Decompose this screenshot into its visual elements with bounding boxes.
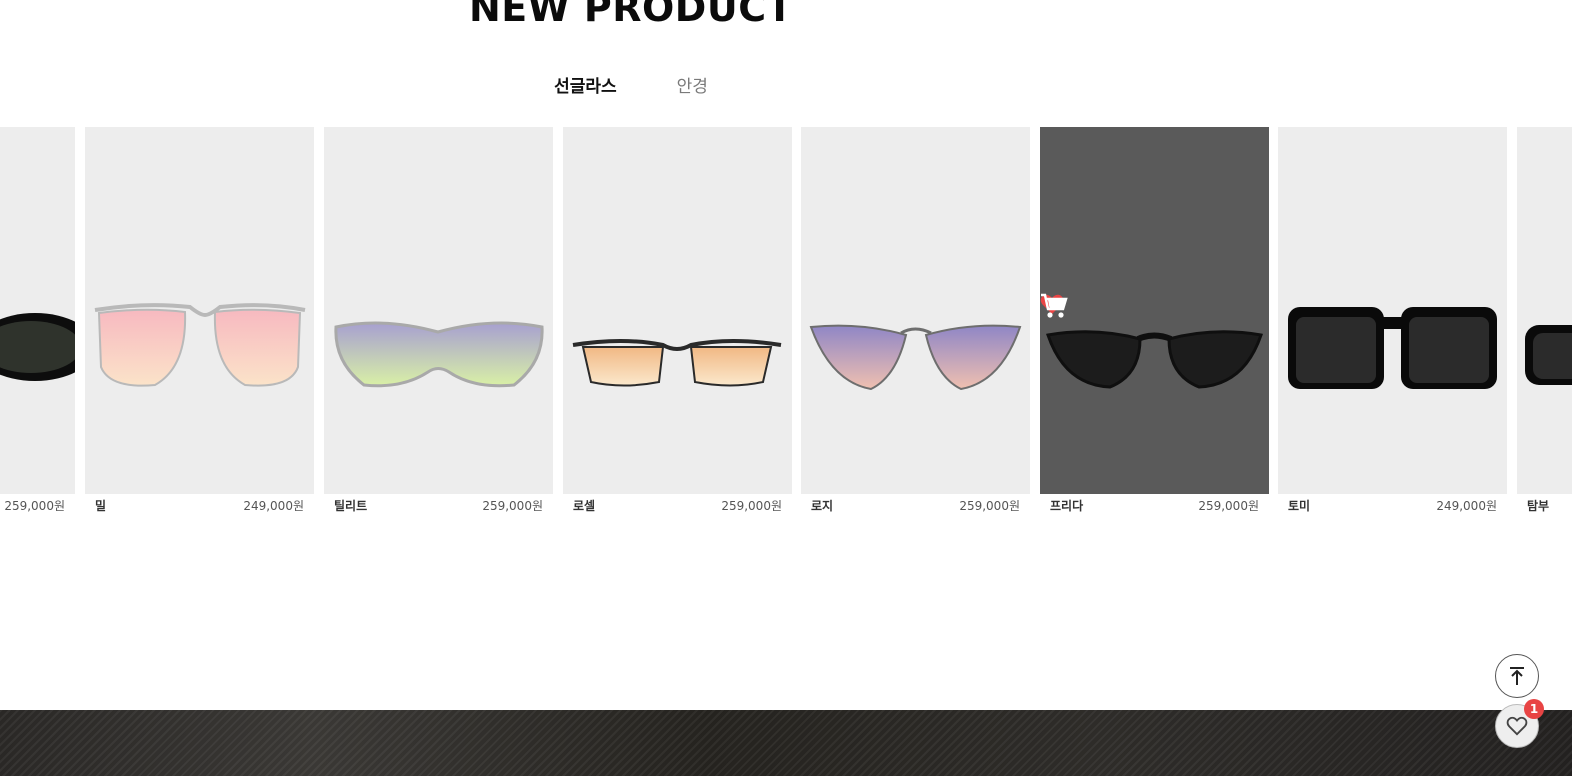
product-price: 249,000원: [1436, 499, 1497, 513]
wishlist-button[interactable]: 1: [1495, 699, 1544, 748]
product-price: 259,000원: [482, 499, 543, 513]
product-name[interactable]: 프리다: [1050, 497, 1083, 514]
product-price: 259,000원: [1198, 499, 1259, 513]
tab-glasses[interactable]: 안경: [677, 72, 708, 97]
product-image[interactable]: [0, 127, 75, 494]
product-card[interactable]: 로지 259,000원: [801, 127, 1030, 517]
sunglasses-illustration: [1525, 325, 1572, 385]
product-price: 259,000원: [959, 499, 1020, 513]
category-tabs: 선글라스 안경: [0, 72, 1262, 97]
scroll-top-button[interactable]: [1495, 654, 1539, 698]
product-carousel[interactable]: 259,000원 밀 249,000원 틸리트 259,000원 로셀 259,000…: [0, 127, 1572, 527]
sunglasses-illustration: [1288, 307, 1497, 389]
arrow-up-to-line-icon: [1510, 667, 1524, 685]
sunglasses-illustration: [0, 313, 75, 381]
tab-sunglasses[interactable]: 선글라스: [554, 72, 617, 97]
sunglasses-illustration: [809, 324, 1022, 391]
product-card[interactable]: 밀 249,000원: [85, 127, 314, 517]
product-name[interactable]: 탐부: [1527, 497, 1549, 514]
product-card[interactable]: 틸리트 259,000원: [324, 127, 553, 517]
product-name[interactable]: 토미: [1288, 497, 1310, 514]
product-image[interactable]: [1040, 127, 1269, 494]
product-card[interactable]: 탐부: [1517, 127, 1572, 517]
product-image[interactable]: [1278, 127, 1507, 494]
footer-banner: [0, 710, 1572, 776]
product-image[interactable]: [85, 127, 314, 494]
product-price: 259,000원: [721, 499, 782, 513]
product-card[interactable]: 259,000원: [0, 127, 75, 517]
wishlist-count-badge: 1: [1524, 699, 1544, 719]
product-price: 259,000원: [4, 499, 65, 513]
product-card[interactable]: 로셀 259,000원: [563, 127, 792, 517]
product-name[interactable]: 틸리트: [334, 497, 367, 514]
sunglasses-illustration: [334, 321, 544, 388]
product-image[interactable]: [801, 127, 1030, 494]
sunglasses-illustration: [572, 339, 782, 387]
heart-outline-icon: [1506, 716, 1528, 736]
product-card[interactable]: 토미 249,000원: [1278, 127, 1507, 517]
product-price: 249,000원: [243, 499, 304, 513]
product-card[interactable]: 프리다 259,000원: [1040, 127, 1269, 517]
sunglasses-illustration: [94, 303, 306, 387]
product-image[interactable]: [1517, 127, 1572, 494]
product-name[interactable]: 밀: [95, 497, 106, 514]
section-title: NEW PRODUCT: [468, 0, 794, 30]
product-name[interactable]: 로지: [811, 497, 833, 514]
sunglasses-illustration: [1046, 330, 1263, 389]
product-image[interactable]: [324, 127, 553, 494]
product-name[interactable]: 로셀: [573, 497, 595, 514]
product-image[interactable]: [563, 127, 792, 494]
